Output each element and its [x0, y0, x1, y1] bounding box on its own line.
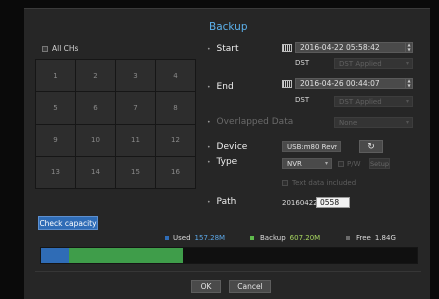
channel-cell[interactable]: 10 — [76, 124, 115, 156]
legend-free: Free 1.84G — [346, 234, 396, 242]
channel-cell[interactable]: 13 — [36, 156, 75, 188]
chevron-down-icon: ▾ — [333, 143, 337, 150]
setup-label: Setup — [370, 159, 389, 168]
channel-cell[interactable]: 12 — [156, 124, 195, 156]
divider — [35, 271, 421, 272]
bullet-icon: • — [207, 46, 211, 53]
checkbox-box — [282, 180, 288, 186]
chevron-down-icon: ▾ — [324, 160, 328, 167]
start-datetime-spinner[interactable]: ▲ ▼ — [405, 42, 412, 52]
cancel-button[interactable]: Cancel — [229, 280, 271, 293]
legend-backup: Backup 607.20M — [250, 234, 320, 242]
start-dst-value: DST Applied — [339, 59, 382, 68]
channel-cell[interactable]: 15 — [116, 156, 155, 188]
calendar-icon[interactable] — [282, 80, 292, 88]
cancel-label: Cancel — [237, 282, 263, 291]
start-label: Start — [216, 44, 239, 54]
checkbox-box — [338, 161, 344, 167]
end-dst-select: DST Applied ▾ — [334, 96, 413, 107]
start-datetime-field[interactable]: 2016-04-22 05:58:42 ▲ ▼ — [295, 42, 413, 53]
start-dst-label: DST — [295, 59, 310, 67]
channel-cell[interactable]: 8 — [156, 92, 195, 124]
path-prefix: 20160422 — [282, 199, 318, 207]
all-channels-label: All CHs — [52, 44, 79, 53]
channel-cell[interactable]: 4 — [156, 60, 195, 92]
device-select[interactable]: USB:m80 Rev: ▾ — [282, 141, 341, 152]
backup-dialog: Backup All CHs 1 2 3 4 5 6 7 8 9 10 11 12 13 14 15 16 •… — [24, 8, 430, 299]
all-channels-checkbox[interactable]: All CHs — [42, 44, 78, 53]
channel-grid: 1 2 3 4 5 6 7 8 9 10 11 12 13 14 15 16 — [35, 59, 196, 189]
used-swatch — [165, 236, 169, 240]
overlapped-label: Overlapped Data — [216, 117, 294, 127]
capacity-used-segment — [41, 248, 69, 263]
type-select[interactable]: NVR ▾ — [282, 158, 332, 169]
refresh-icon: ↻ — [367, 141, 375, 152]
bullet-icon: • — [207, 159, 211, 166]
channel-cell[interactable]: 5 — [36, 92, 75, 124]
start-dst-select: DST Applied ▾ — [334, 58, 413, 69]
end-datetime-value: 2016-04-26 00:44:07 — [300, 79, 380, 88]
backup-label: Backup — [260, 234, 286, 242]
checkbox-box[interactable] — [42, 45, 48, 52]
chevron-down-icon: ▾ — [405, 119, 409, 126]
pw-checkbox: P/W — [338, 160, 361, 168]
channel-cell[interactable]: 1 — [36, 60, 75, 92]
ok-button[interactable]: OK — [191, 280, 221, 293]
refresh-button[interactable]: ↻ — [359, 140, 383, 153]
text-data-label: Text data included — [292, 179, 357, 187]
start-row: • Start — [207, 44, 239, 54]
end-row: • End — [207, 82, 234, 92]
dialog-title: Backup — [209, 21, 248, 33]
path-row: • Path — [207, 197, 236, 207]
end-label: End — [216, 82, 234, 92]
bullet-icon: • — [207, 119, 211, 126]
chevron-down-icon: ▾ — [405, 60, 409, 67]
path-label: Path — [216, 197, 237, 207]
free-label: Free — [356, 234, 371, 242]
device-value: USB:m80 Rev: — [287, 142, 337, 151]
bullet-icon: • — [207, 144, 211, 151]
channel-cell[interactable]: 16 — [156, 156, 195, 188]
start-datetime-value: 2016-04-22 05:58:42 — [300, 43, 380, 52]
legend-used: Used 157.28M — [165, 234, 225, 242]
end-datetime-field[interactable]: 2016-04-26 00:44:07 ▲ ▼ — [295, 78, 413, 89]
device-label: Device — [216, 142, 248, 152]
ok-label: OK — [200, 282, 212, 291]
text-data-checkbox: Text data included — [282, 179, 356, 187]
pw-label: P/W — [347, 160, 361, 168]
overlapped-value: None — [339, 118, 358, 127]
setup-button: Setup — [369, 158, 390, 169]
type-label: Type — [216, 157, 238, 167]
free-swatch — [346, 236, 350, 240]
capacity-backup-segment — [69, 248, 183, 263]
chevron-down-icon: ▾ — [405, 98, 409, 105]
bullet-icon: • — [207, 84, 211, 91]
overlapped-row: • Overlapped Data — [207, 117, 293, 127]
channel-cell[interactable]: 14 — [76, 156, 115, 188]
channel-cell[interactable]: 6 — [76, 92, 115, 124]
check-capacity-button[interactable]: Check capacity — [38, 216, 98, 230]
channel-cell[interactable]: 3 — [116, 60, 155, 92]
end-dst-label: DST — [295, 96, 310, 104]
free-value: 1.84G — [374, 234, 396, 242]
end-datetime-spinner[interactable]: ▲ ▼ — [405, 78, 412, 88]
calendar-icon[interactable] — [282, 44, 292, 52]
channel-cell[interactable]: 2 — [76, 60, 115, 92]
backup-value: 607.20M — [289, 234, 321, 242]
end-dst-value: DST Applied — [339, 97, 382, 106]
backup-swatch — [250, 236, 254, 240]
used-value: 157.28M — [194, 234, 226, 242]
bullet-icon: • — [207, 199, 211, 206]
capacity-bar — [40, 247, 418, 264]
type-value: NVR — [287, 159, 302, 168]
channel-cell[interactable]: 7 — [116, 92, 155, 124]
check-capacity-label: Check capacity — [39, 218, 97, 228]
type-row: • Type — [207, 157, 237, 167]
path-input[interactable]: 0558 — [316, 197, 350, 208]
device-row: • Device — [207, 142, 247, 152]
channel-cell[interactable]: 9 — [36, 124, 75, 156]
used-label: Used — [173, 234, 191, 242]
channel-cell[interactable]: 11 — [116, 124, 155, 156]
overlapped-select: None ▾ — [334, 117, 413, 128]
